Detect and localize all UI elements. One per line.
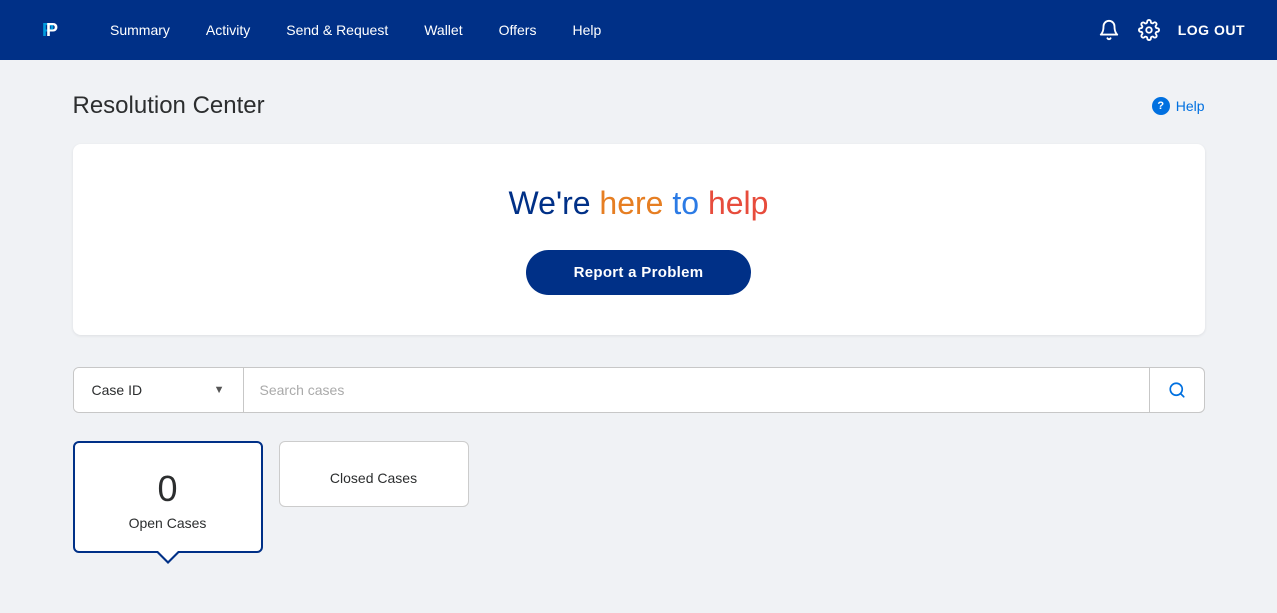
help-link[interactable]: ? Help (1152, 97, 1205, 115)
tabs-row: 0 Open Cases Closed Cases (73, 441, 1205, 553)
chevron-down-icon: ▼ (214, 384, 225, 396)
page-title: Resolution Center (73, 92, 265, 120)
tab-closed-cases[interactable]: Closed Cases (279, 441, 469, 507)
search-filter-label: Case ID (92, 382, 206, 398)
nav-summary[interactable]: Summary (92, 0, 188, 60)
svg-text:P: P (46, 20, 58, 40)
nav-help[interactable]: Help (554, 0, 619, 60)
search-icon (1168, 381, 1186, 399)
headline-help: help (708, 185, 769, 221)
headline-to: to (663, 185, 707, 221)
report-problem-button[interactable]: Report a Problem (526, 250, 752, 295)
tab-open-cases[interactable]: 0 Open Cases (73, 441, 263, 553)
search-bar: Case ID ▼ (73, 367, 1205, 413)
search-input[interactable] (244, 368, 1149, 412)
page-content: Resolution Center ? Help We're here to h… (49, 60, 1229, 553)
notifications-button[interactable] (1098, 19, 1120, 41)
closed-cases-label: Closed Cases (304, 470, 444, 486)
help-link-label: Help (1176, 98, 1205, 114)
nav-send-request[interactable]: Send & Request (268, 0, 406, 60)
tab-closed-cases-inner: Closed Cases (280, 442, 468, 506)
nav-offers[interactable]: Offers (481, 0, 555, 60)
tab-open-cases-inner: 0 Open Cases (75, 443, 261, 551)
settings-button[interactable] (1138, 19, 1160, 41)
search-filter-dropdown[interactable]: Case ID ▼ (74, 368, 244, 412)
nav-activity[interactable]: Activity (188, 0, 268, 60)
open-cases-count: 0 (99, 471, 237, 507)
hero-card: We're here to help Report a Problem (73, 144, 1205, 335)
page-header: Resolution Center ? Help (73, 92, 1205, 120)
headline-we: We (509, 185, 556, 221)
hero-headline: We're here to help (97, 184, 1181, 222)
nav-actions: LOG OUT (1098, 19, 1245, 41)
paypal-logo-icon: P P (32, 14, 64, 46)
navbar: P P Summary Activity Send & Request Wall… (0, 0, 1277, 60)
navbar-logo: P P (32, 14, 64, 46)
gear-icon (1138, 19, 1160, 41)
open-cases-label: Open Cases (99, 515, 237, 531)
bell-icon (1098, 19, 1120, 41)
nav-links: Summary Activity Send & Request Wallet O… (92, 0, 1098, 60)
logout-button[interactable]: LOG OUT (1178, 22, 1245, 38)
headline-here: here (599, 185, 663, 221)
help-circle-icon: ? (1152, 97, 1170, 115)
headline-apostrophe: 're (556, 185, 599, 221)
nav-wallet[interactable]: Wallet (406, 0, 480, 60)
search-button[interactable] (1149, 368, 1204, 412)
